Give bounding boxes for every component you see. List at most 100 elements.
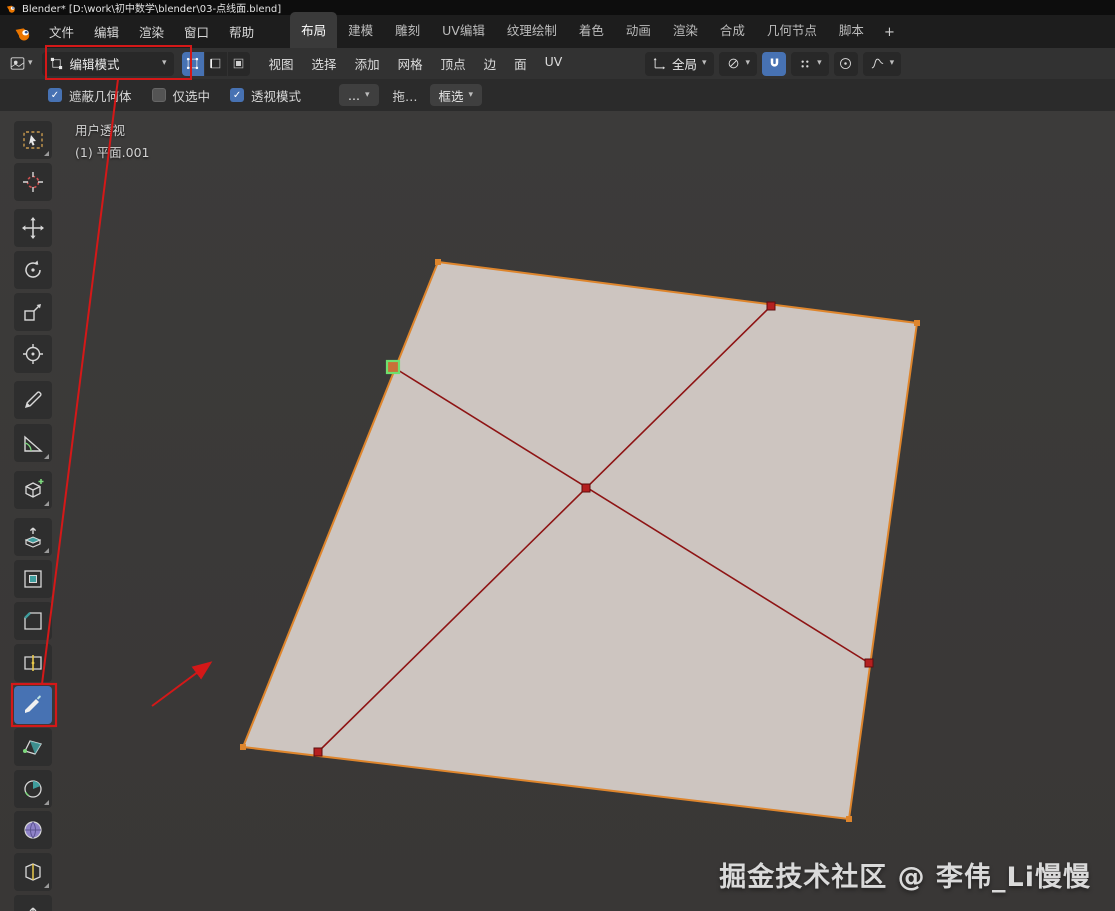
menu-vertex[interactable]: 顶点: [432, 49, 475, 78]
face-select-mode-button[interactable]: [227, 51, 250, 76]
workspace-tab-sculpting[interactable]: 雕刻: [384, 12, 431, 48]
tool-move[interactable]: [14, 209, 52, 247]
chevron-down-icon: ▾: [162, 58, 167, 68]
selected-only-label: 仅选中: [172, 88, 211, 104]
workspace-tab-shading[interactable]: 着色: [568, 12, 615, 48]
vertex-select-mode-button[interactable]: [181, 51, 204, 76]
plane-face[interactable]: [241, 260, 919, 821]
tool-add-cube[interactable]: [14, 471, 52, 509]
editor-type-icon: [10, 57, 25, 70]
menu-file[interactable]: 文件: [39, 16, 84, 47]
menu-select[interactable]: 选择: [303, 49, 346, 78]
snap-mode-dropdown[interactable]: ▾: [791, 51, 829, 76]
blender-app-icon: [6, 2, 17, 13]
viewport-overlay-text: 用户透视 (1) 平面.001: [75, 120, 150, 164]
box-select-mode-dropdown[interactable]: 框选 ▾: [429, 84, 483, 106]
header-right-controls: 全局 ▾ ▾ ▾ ▾: [645, 51, 902, 76]
proportional-falloff-dropdown[interactable]: ▾: [862, 51, 902, 76]
tool-loop-cut[interactable]: [14, 644, 52, 682]
top-menu-bar: 文件 编辑 渲染 窗口 帮助 布局 建模 雕刻 UV编辑 纹理绘制 着色 动画 …: [0, 12, 1115, 48]
orientation-label: 全局: [672, 57, 698, 72]
tool-extrude-region[interactable]: [14, 518, 52, 556]
object-label: (1) 平面.001: [75, 145, 150, 160]
checkbox-checked-icon[interactable]: ✓: [48, 88, 62, 102]
proportional-editing-icon: [840, 58, 852, 69]
workspace-tab-texture-paint[interactable]: 纹理绘制: [496, 12, 568, 48]
tool-options-button[interactable]: ... ▾: [339, 84, 379, 106]
vertex-mode-icon: [186, 57, 199, 70]
snap-mode-icon: [801, 60, 809, 67]
blender-logo-menu[interactable]: [8, 22, 39, 41]
ellipsis-icon: ...: [348, 87, 360, 103]
viewport-header: ▾ 编辑模式 ▾ 视图 选择 添加 网格 顶点 边 面 UV 全局 ▾ ▾ ▾ …: [0, 48, 1115, 79]
snap-target-icon: [728, 58, 738, 69]
tool-edge-slide[interactable]: [14, 853, 52, 891]
edit-mode-icon: [50, 57, 62, 70]
chevron-down-icon: ▾: [817, 58, 822, 68]
tool-poly-build[interactable]: [14, 728, 52, 766]
orientation-axes-icon: [653, 57, 666, 70]
editor-type-button[interactable]: ▾: [6, 53, 36, 74]
workspace-tab-layout[interactable]: 布局: [290, 12, 338, 48]
workspace-tab-scripting[interactable]: 脚本: [828, 12, 875, 48]
checkbox-unchecked-icon[interactable]: [151, 88, 166, 102]
chevron-down-icon: ▾: [468, 89, 474, 100]
occlude-geometry-toggle[interactable]: ✓ 遮蔽几何体: [48, 86, 132, 105]
chevron-down-icon: ▾: [745, 58, 751, 68]
tool-annotate[interactable]: [14, 381, 52, 419]
active-vertex[interactable]: [385, 359, 401, 375]
menu-view[interactable]: 视图: [260, 49, 303, 78]
menu-uv[interactable]: UV: [536, 49, 572, 78]
menu-render[interactable]: 渲染: [129, 16, 174, 47]
tool-smooth[interactable]: [14, 811, 52, 849]
mode-dropdown[interactable]: 编辑模式 ▾: [41, 51, 174, 76]
mode-dropdown-label: 编辑模式: [69, 57, 120, 72]
magnet-icon: [770, 58, 778, 67]
workspace-tab-compositing[interactable]: 合成: [709, 12, 756, 48]
menu-window[interactable]: 窗口: [174, 16, 219, 47]
menu-face[interactable]: 面: [505, 49, 536, 78]
tool-rotate[interactable]: [14, 251, 52, 289]
menu-help[interactable]: 帮助: [219, 16, 264, 47]
xray-label: 透视模式: [251, 88, 302, 104]
viewport-menus: 视图 选择 添加 网格 顶点 边 面 UV: [260, 49, 572, 78]
snap-target-dropdown[interactable]: ▾: [718, 51, 758, 76]
tool-scale[interactable]: [14, 293, 52, 331]
tool-knife[interactable]: [14, 686, 52, 724]
chevron-down-icon: ▾: [364, 89, 370, 100]
workspace-tabs: 布局 建模 雕刻 UV编辑 纹理绘制 着色 动画 渲染 合成 几何节点 脚本 +: [290, 12, 904, 48]
tool-bevel[interactable]: [14, 602, 52, 640]
tool-measure[interactable]: [14, 424, 52, 462]
workspace-tab-uv-editing[interactable]: UV编辑: [431, 12, 496, 48]
chevron-down-icon: ▾: [28, 58, 33, 68]
blender-logo-icon: [15, 28, 30, 41]
proportional-editing-button[interactable]: [833, 51, 858, 76]
view-label: 用户透视: [75, 123, 126, 138]
add-workspace-button[interactable]: +: [875, 17, 904, 48]
plane-mesh: [240, 259, 920, 822]
transform-orientation-dropdown[interactable]: 全局 ▾: [645, 51, 714, 76]
window-title: Blender* [D:\work\初中数学\blender\03-点线面.bl…: [22, 4, 282, 15]
checkbox-checked-icon[interactable]: ✓: [230, 88, 245, 102]
workspace-tab-rendering[interactable]: 渲染: [662, 12, 709, 48]
selected-only-toggle[interactable]: 仅选中: [151, 86, 211, 105]
menu-edit[interactable]: 编辑: [84, 16, 129, 47]
box-select-label: 框选: [438, 88, 464, 104]
tool-inset-faces[interactable]: [14, 560, 52, 598]
tool-select-box[interactable]: [14, 121, 52, 159]
tool-shrink-fatten[interactable]: [14, 895, 52, 911]
edge-select-mode-button[interactable]: [204, 51, 227, 76]
workspace-tab-modeling[interactable]: 建模: [337, 12, 384, 48]
menu-add[interactable]: 添加: [346, 49, 389, 78]
workspace-tab-animation[interactable]: 动画: [615, 12, 662, 48]
tool-cursor[interactable]: [14, 163, 52, 201]
watermark-text: 掘金技术社区 @ 李伟_Li慢慢: [719, 862, 1091, 893]
chevron-down-icon: ▾: [702, 58, 707, 68]
tool-spin[interactable]: [14, 770, 52, 808]
tool-transform[interactable]: [14, 335, 52, 373]
xray-toggle[interactable]: ✓ 透视模式: [230, 86, 301, 105]
menu-edge[interactable]: 边: [475, 49, 506, 78]
workspace-tab-geometry-nodes[interactable]: 几何节点: [756, 12, 828, 48]
menu-mesh[interactable]: 网格: [389, 49, 432, 78]
snap-toggle-button[interactable]: [762, 51, 787, 76]
